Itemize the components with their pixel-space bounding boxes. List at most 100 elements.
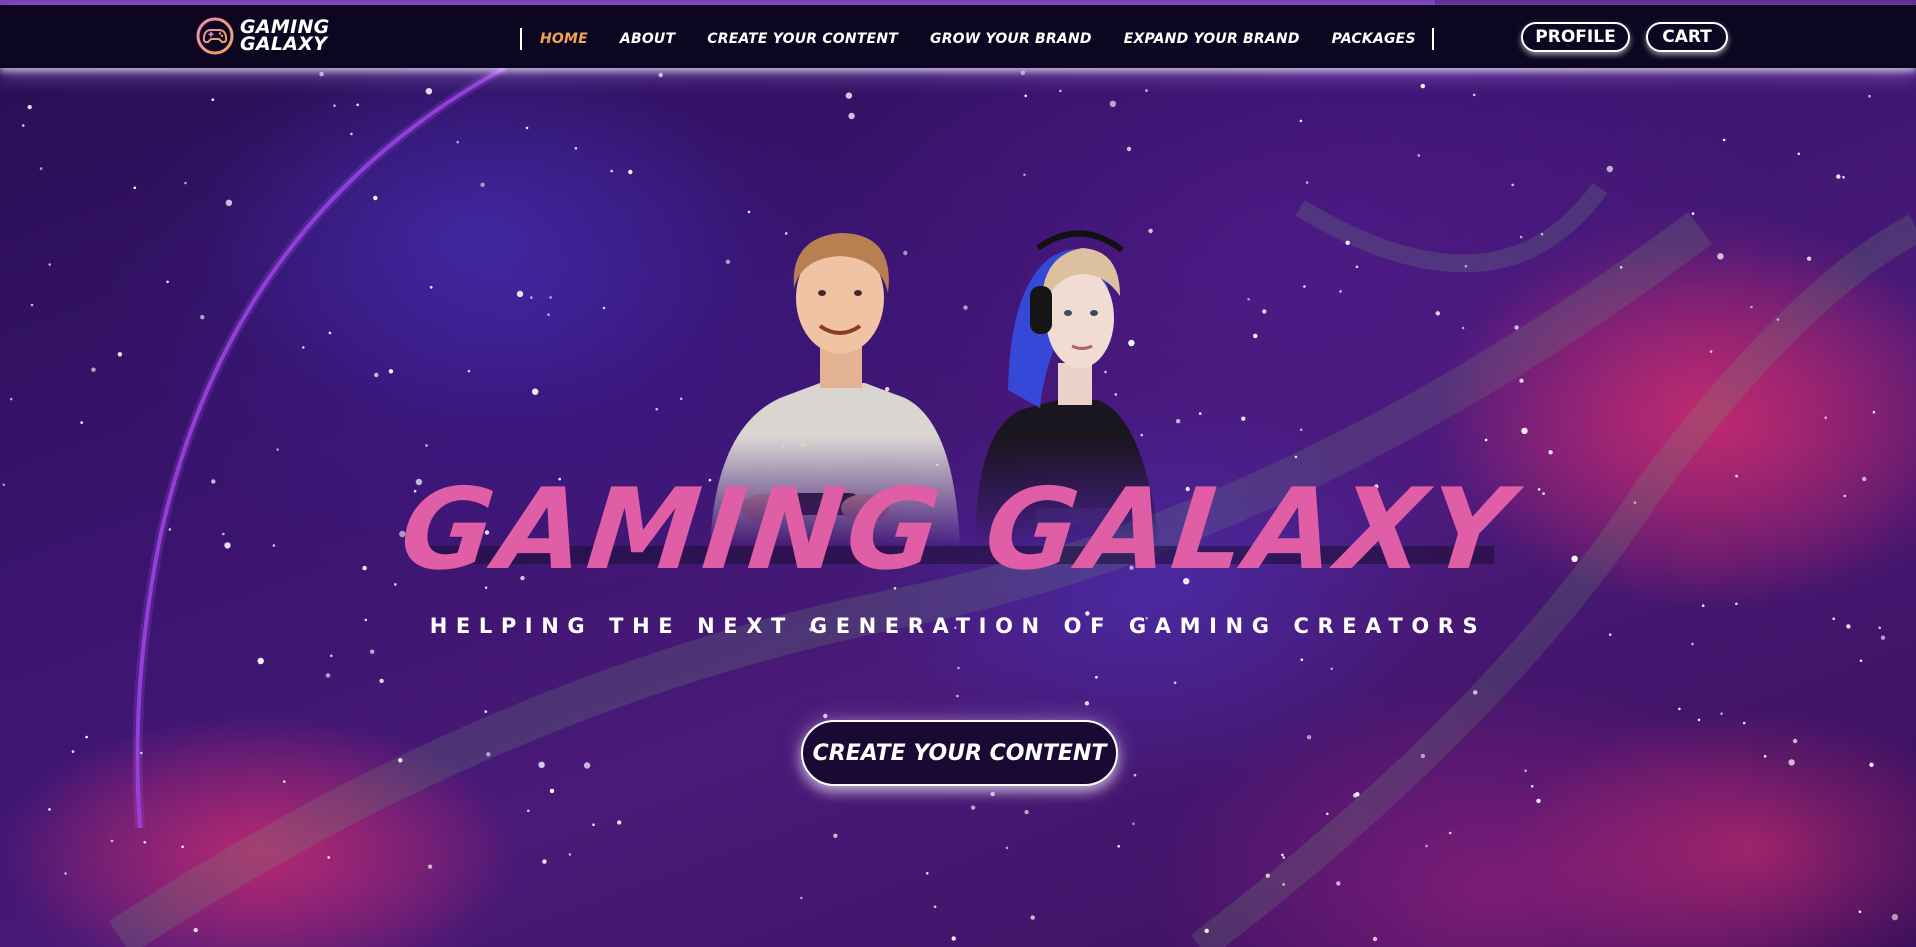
- star: [1117, 845, 1120, 848]
- star: [425, 444, 428, 447]
- star: [21, 124, 25, 127]
- star: [373, 195, 378, 201]
- cart-button[interactable]: CART: [1646, 22, 1728, 52]
- star: [276, 448, 280, 451]
- nav-item-grow-your-brand[interactable]: GROW YOUR BRAND: [914, 31, 1108, 47]
- brand-line-2: GALAXY: [240, 33, 328, 55]
- star: [1697, 718, 1701, 722]
- star: [1473, 690, 1478, 695]
- star: [211, 98, 215, 101]
- star: [1797, 152, 1801, 156]
- star: [1720, 712, 1723, 715]
- star: [956, 694, 959, 698]
- profile-button[interactable]: PROFILE: [1521, 22, 1630, 52]
- star: [1678, 707, 1681, 711]
- star: [1281, 853, 1284, 857]
- star: [379, 678, 384, 684]
- star: [48, 808, 51, 811]
- star: [1519, 378, 1524, 383]
- star: [1511, 183, 1514, 187]
- brand-logo[interactable]: GAMING GALAXY: [194, 15, 330, 57]
- star: [1355, 792, 1360, 797]
- star: [1145, 89, 1148, 92]
- star: [628, 169, 633, 175]
- star: [480, 182, 485, 187]
- star: [679, 397, 683, 401]
- star: [602, 306, 606, 310]
- star: [1868, 94, 1871, 98]
- star: [933, 905, 937, 909]
- star: [1109, 100, 1117, 107]
- star: [1420, 83, 1426, 89]
- nav-item-home[interactable]: HOME: [524, 31, 604, 47]
- star: [39, 167, 43, 170]
- star: [200, 315, 205, 320]
- create-your-content-button[interactable]: CREATE YOUR CONTENT: [801, 720, 1118, 786]
- star: [1530, 785, 1534, 788]
- star: [1735, 602, 1738, 606]
- hero-title: GAMING GALAXY: [394, 465, 1522, 595]
- star: [1265, 873, 1271, 878]
- star: [319, 72, 324, 77]
- star: [926, 872, 929, 875]
- star: [257, 657, 264, 665]
- star: [1204, 928, 1209, 933]
- star: [1464, 264, 1468, 268]
- star: [1084, 701, 1090, 706]
- star: [425, 88, 433, 95]
- star: [1294, 455, 1298, 459]
- star: [184, 181, 187, 185]
- star: [1842, 176, 1845, 179]
- star: [456, 140, 460, 144]
- star: [1750, 305, 1753, 309]
- nav-item-expand-your-brand[interactable]: EXPAND YOUR BRAND: [1108, 31, 1316, 47]
- nav-item-about[interactable]: ABOUT: [604, 31, 691, 47]
- star: [1742, 721, 1746, 725]
- star: [388, 369, 394, 374]
- star: [1776, 318, 1780, 321]
- star: [333, 104, 336, 107]
- star: [845, 92, 853, 99]
- nav-item-packages[interactable]: PACKAGES: [1316, 31, 1432, 47]
- star: [1461, 326, 1465, 330]
- nav-divider-left: [520, 28, 522, 50]
- star: [370, 649, 375, 654]
- star: [429, 286, 433, 289]
- star: [1891, 913, 1899, 921]
- star: [356, 103, 360, 107]
- star: [484, 710, 488, 713]
- star: [30, 303, 34, 307]
- star: [1299, 428, 1303, 432]
- star: [1126, 146, 1132, 152]
- star: [1241, 416, 1246, 421]
- star: [330, 654, 333, 658]
- page: GAMING GALAXY HOME ABOUT CREATE YOUR CON…: [0, 0, 1916, 947]
- star: [1425, 844, 1428, 848]
- star: [27, 104, 32, 110]
- star: [64, 872, 67, 875]
- star: [547, 313, 550, 316]
- star: [1722, 138, 1726, 142]
- star: [1792, 738, 1798, 744]
- star: [193, 927, 198, 933]
- star: [181, 845, 184, 849]
- star: [1691, 642, 1694, 646]
- star: [1326, 812, 1329, 816]
- star: [990, 791, 995, 797]
- nav-item-create-your-content[interactable]: CREATE YOUR CONTENT: [691, 31, 914, 47]
- star: [1788, 759, 1795, 766]
- star: [110, 839, 114, 843]
- site-header: GAMING GALAXY HOME ABOUT CREATE YOUR CON…: [0, 5, 1916, 68]
- star: [530, 296, 533, 299]
- star: [374, 372, 379, 378]
- star: [486, 752, 491, 757]
- star: [325, 673, 331, 678]
- star: [1548, 450, 1553, 455]
- star: [166, 280, 169, 284]
- star: [1540, 232, 1544, 236]
- star: [327, 856, 331, 859]
- star: [516, 290, 524, 298]
- star: [1519, 235, 1523, 239]
- star: [1247, 298, 1250, 301]
- star: [1023, 173, 1026, 177]
